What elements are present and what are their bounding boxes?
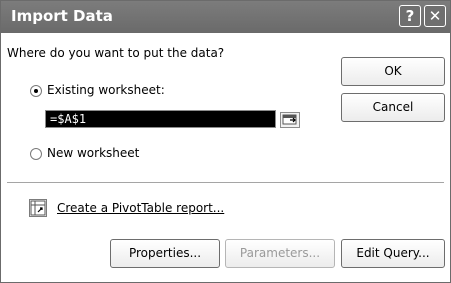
close-icon[interactable]: ✕: [424, 5, 446, 27]
help-icon[interactable]: ?: [399, 5, 421, 27]
dialog-title: Import Data: [11, 7, 113, 25]
ok-button[interactable]: OK: [341, 57, 445, 86]
import-data-dialog: Import Data ? ✕ Where do you want to put…: [0, 0, 451, 283]
cell-reference-input[interactable]: =$A$1: [45, 110, 276, 128]
new-worksheet-radio[interactable]: [30, 148, 42, 160]
new-worksheet-label[interactable]: New worksheet: [47, 146, 139, 160]
title-bar[interactable]: Import Data ? ✕: [1, 1, 450, 33]
edit-query-button[interactable]: Edit Query...: [341, 239, 445, 268]
destination-prompt: Where do you want to put the data?: [7, 46, 225, 60]
separator: [7, 182, 444, 184]
existing-worksheet-radio[interactable]: [30, 85, 42, 97]
pivot-table-icon: [29, 199, 47, 217]
parameters-button[interactable]: Parameters...: [225, 239, 335, 268]
properties-button[interactable]: Properties...: [110, 239, 220, 268]
collapse-dialog-icon[interactable]: [280, 112, 300, 128]
existing-worksheet-label[interactable]: Existing worksheet:: [47, 83, 165, 97]
create-pivottable-link[interactable]: Create a PivotTable report...: [57, 201, 224, 215]
cancel-button[interactable]: Cancel: [341, 93, 445, 122]
